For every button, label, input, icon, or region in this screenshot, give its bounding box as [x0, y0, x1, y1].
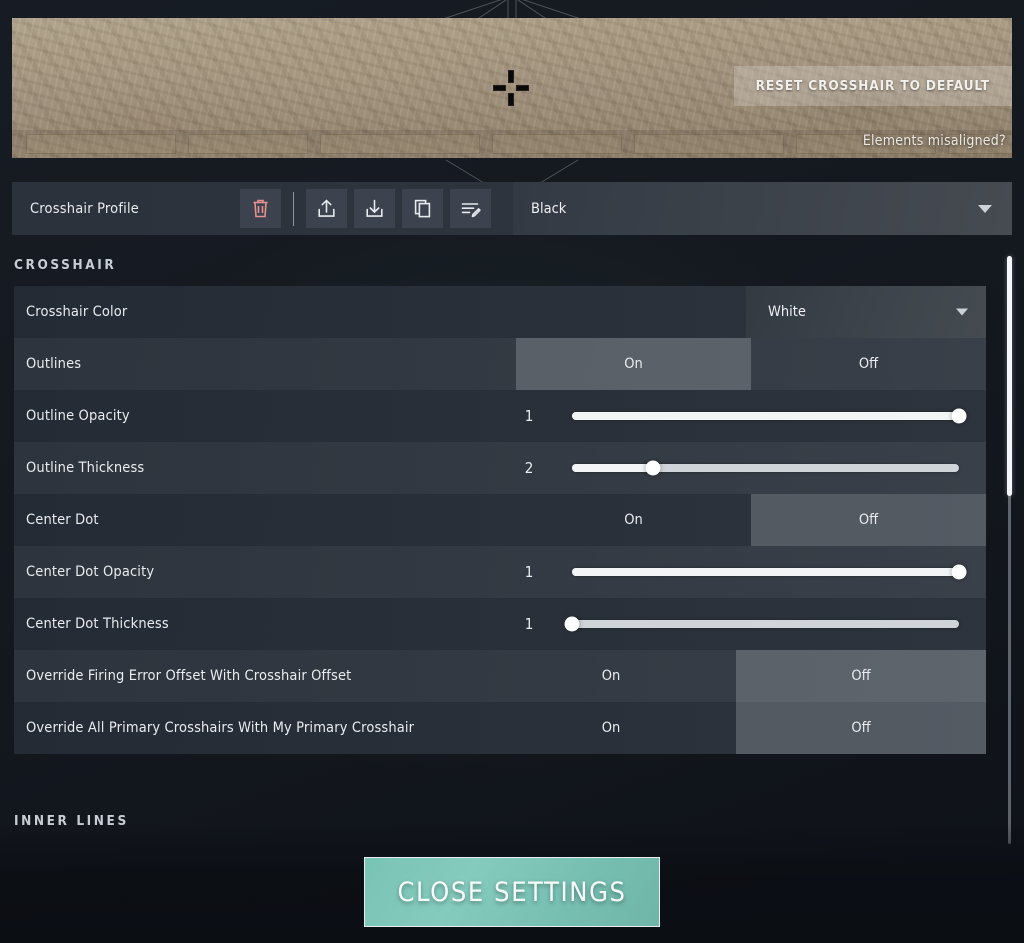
setting-row: Center Dot Thickness 1 — [14, 598, 986, 650]
export-profile-button[interactable] — [306, 189, 347, 228]
slider-area: 1 — [486, 598, 986, 650]
toggle-off-option[interactable]: Off — [751, 494, 986, 546]
import-profile-button[interactable] — [354, 189, 395, 228]
slider-fill — [572, 464, 654, 472]
delete-icon — [251, 198, 270, 219]
profile-action-icons — [240, 182, 503, 235]
toggle-on-option[interactable]: On — [516, 338, 751, 390]
slider-value: 1 — [524, 615, 534, 633]
crosshair-settings-screen: RESET CROSSHAIR TO DEFAULT Elements misa… — [0, 0, 1024, 943]
setting-row: Outline Opacity 1 — [14, 390, 986, 442]
crosshair-preview-icon — [494, 71, 528, 105]
rename-profile-button[interactable] — [450, 189, 491, 228]
crosshair-profile-bar: Crosshair Profile Black — [12, 182, 1012, 235]
delete-profile-button[interactable] — [240, 189, 281, 228]
import-icon — [364, 198, 385, 219]
toggle-on-option[interactable]: On — [516, 494, 751, 546]
toggle-group: On Off — [486, 702, 986, 754]
slider-track[interactable] — [564, 616, 959, 632]
slider-track[interactable] — [572, 460, 959, 476]
chevron-down-icon — [978, 204, 992, 213]
crosshair-color-select[interactable]: White — [746, 286, 986, 338]
setting-label: Override All Primary Crosshairs With My … — [26, 720, 415, 736]
setting-row: Crosshair Color White — [14, 286, 986, 338]
slider-value: 1 — [524, 563, 534, 581]
setting-row: Outlines On Off — [14, 338, 986, 390]
slider-area: 2 — [486, 442, 986, 494]
crosshair-profile-value: Black — [531, 200, 567, 217]
slider-area: 1 — [486, 546, 986, 598]
toggle-group: On Off — [486, 650, 986, 702]
setting-label: Outline Thickness — [26, 460, 145, 476]
setting-row: Override Firing Error Offset With Crossh… — [14, 650, 986, 702]
export-icon — [316, 198, 337, 219]
setting-row: Center Dot Opacity 1 — [14, 546, 986, 598]
setting-row: Override All Primary Crosshairs With My … — [14, 702, 986, 754]
duplicate-icon — [413, 198, 433, 219]
setting-row: Center Dot On Off — [14, 494, 986, 546]
scrollbar-thumb[interactable] — [1007, 256, 1012, 496]
slider-track[interactable] — [572, 564, 967, 580]
slider-knob[interactable] — [564, 616, 580, 632]
setting-label: Center Dot Opacity — [26, 564, 155, 580]
slider-track[interactable] — [572, 408, 967, 424]
reset-crosshair-button[interactable]: RESET CROSSHAIR TO DEFAULT — [733, 66, 1012, 106]
slider-fill — [572, 412, 959, 420]
toggle-off-option[interactable]: Off — [736, 650, 986, 702]
elements-misaligned-link[interactable]: Elements misaligned? — [863, 133, 1006, 149]
slider-knob[interactable] — [951, 408, 967, 424]
slider-knob[interactable] — [951, 564, 967, 580]
setting-label: Outline Opacity — [26, 408, 130, 424]
chevron-down-icon — [956, 308, 968, 316]
toggle-group: On Off — [516, 494, 986, 546]
settings-scrollbar[interactable] — [1007, 256, 1012, 844]
setting-label: Crosshair Color — [26, 304, 128, 320]
close-settings-button[interactable]: CLOSE SETTINGS — [364, 857, 660, 927]
crosshair-profile-label: Crosshair Profile — [30, 200, 140, 217]
slider-fill — [572, 568, 959, 576]
rename-icon — [460, 199, 481, 218]
slider-area: 1 — [486, 390, 986, 442]
setting-label: Center Dot — [26, 512, 99, 528]
toggle-on-option[interactable]: On — [486, 650, 736, 702]
crosshair-profile-select[interactable]: Black — [513, 182, 1012, 235]
toggle-off-option[interactable]: Off — [736, 702, 986, 754]
settings-list: Crosshair Color White Outlines On Off Outline… — [14, 286, 986, 754]
duplicate-profile-button[interactable] — [402, 189, 443, 228]
section-header-crosshair: CROSSHAIR — [14, 257, 117, 273]
toggle-group: On Off — [516, 338, 986, 390]
setting-label: Center Dot Thickness — [26, 616, 169, 632]
reset-crosshair-label: RESET CROSSHAIR TO DEFAULT — [755, 78, 990, 94]
slider-value: 2 — [524, 459, 534, 477]
slider-knob[interactable] — [645, 460, 661, 476]
icon-divider — [293, 191, 294, 226]
setting-label: Override Firing Error Offset With Crossh… — [26, 668, 352, 684]
close-settings-label: CLOSE SETTINGS — [397, 876, 627, 908]
crosshair-color-value: White — [768, 304, 806, 320]
setting-label: Outlines — [26, 356, 82, 372]
setting-row: Outline Thickness 2 — [14, 442, 986, 494]
toggle-off-option[interactable]: Off — [751, 338, 986, 390]
slider-value: 1 — [524, 407, 534, 425]
toggle-on-option[interactable]: On — [486, 702, 736, 754]
